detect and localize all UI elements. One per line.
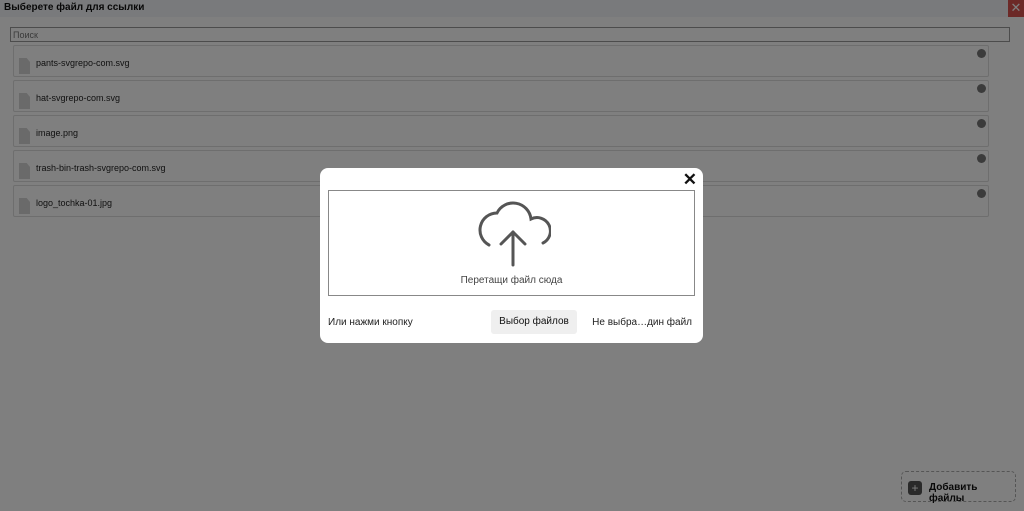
drop-hint: Перетащи файл сюда <box>460 275 563 286</box>
close-icon[interactable]: ✕ <box>683 171 697 189</box>
drop-zone[interactable]: Перетащи файл сюда <box>328 190 695 296</box>
or-press-button-text: Или нажми кнопку <box>328 317 413 328</box>
file-status-text: Не выбра…дин файл <box>592 317 692 328</box>
cloud-upload-icon <box>478 201 551 267</box>
choose-files-button[interactable]: Выбор файлов <box>491 310 577 334</box>
upload-modal: ✕ Перетащи файл сюда Или нажми кнопку Вы… <box>320 168 703 343</box>
